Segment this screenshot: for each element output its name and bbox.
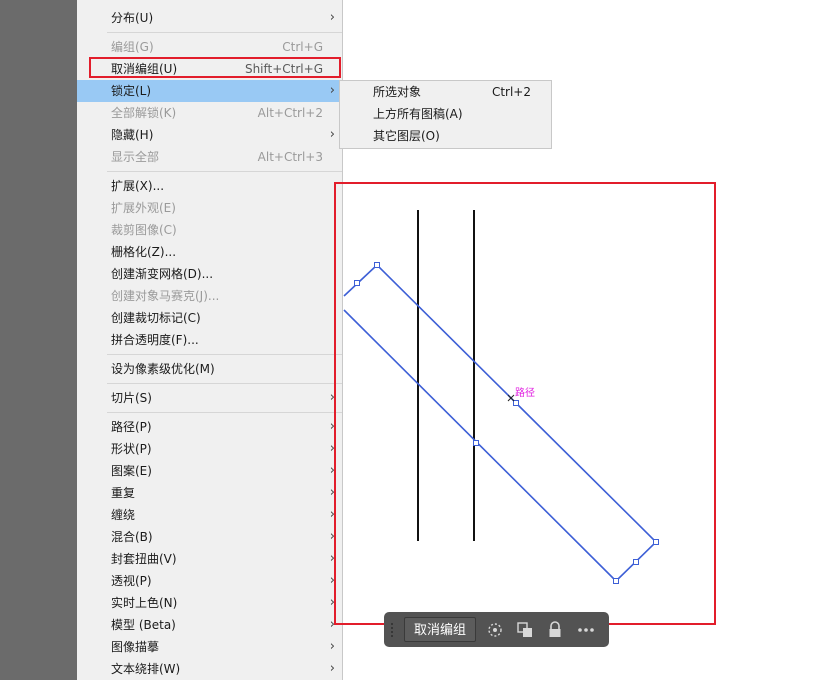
lock-icon[interactable] [545,620,565,640]
anchor-point [653,539,659,545]
anchor-point [633,559,639,565]
anchor-point [513,400,519,406]
anchor-point [374,262,380,268]
artboard-canvas[interactable]: 路径 [0,0,824,680]
artwork-red-outline [334,182,716,625]
ungroup-button[interactable]: 取消编组 [404,617,476,642]
cursor-crosshair-icon [507,394,515,402]
selected-rectangle-path[interactable] [343,262,659,584]
recolor-icon[interactable] [485,620,505,640]
drag-handle-icon[interactable] [390,622,394,638]
anchor-point [473,440,479,446]
more-options-icon[interactable] [576,620,596,640]
anchor-point [613,578,619,584]
duplicate-icon[interactable] [515,620,535,640]
contextual-task-bar: 取消编组 [384,612,609,647]
anchor-point [354,280,360,286]
path-smart-guide-label: 路径 [515,386,535,399]
